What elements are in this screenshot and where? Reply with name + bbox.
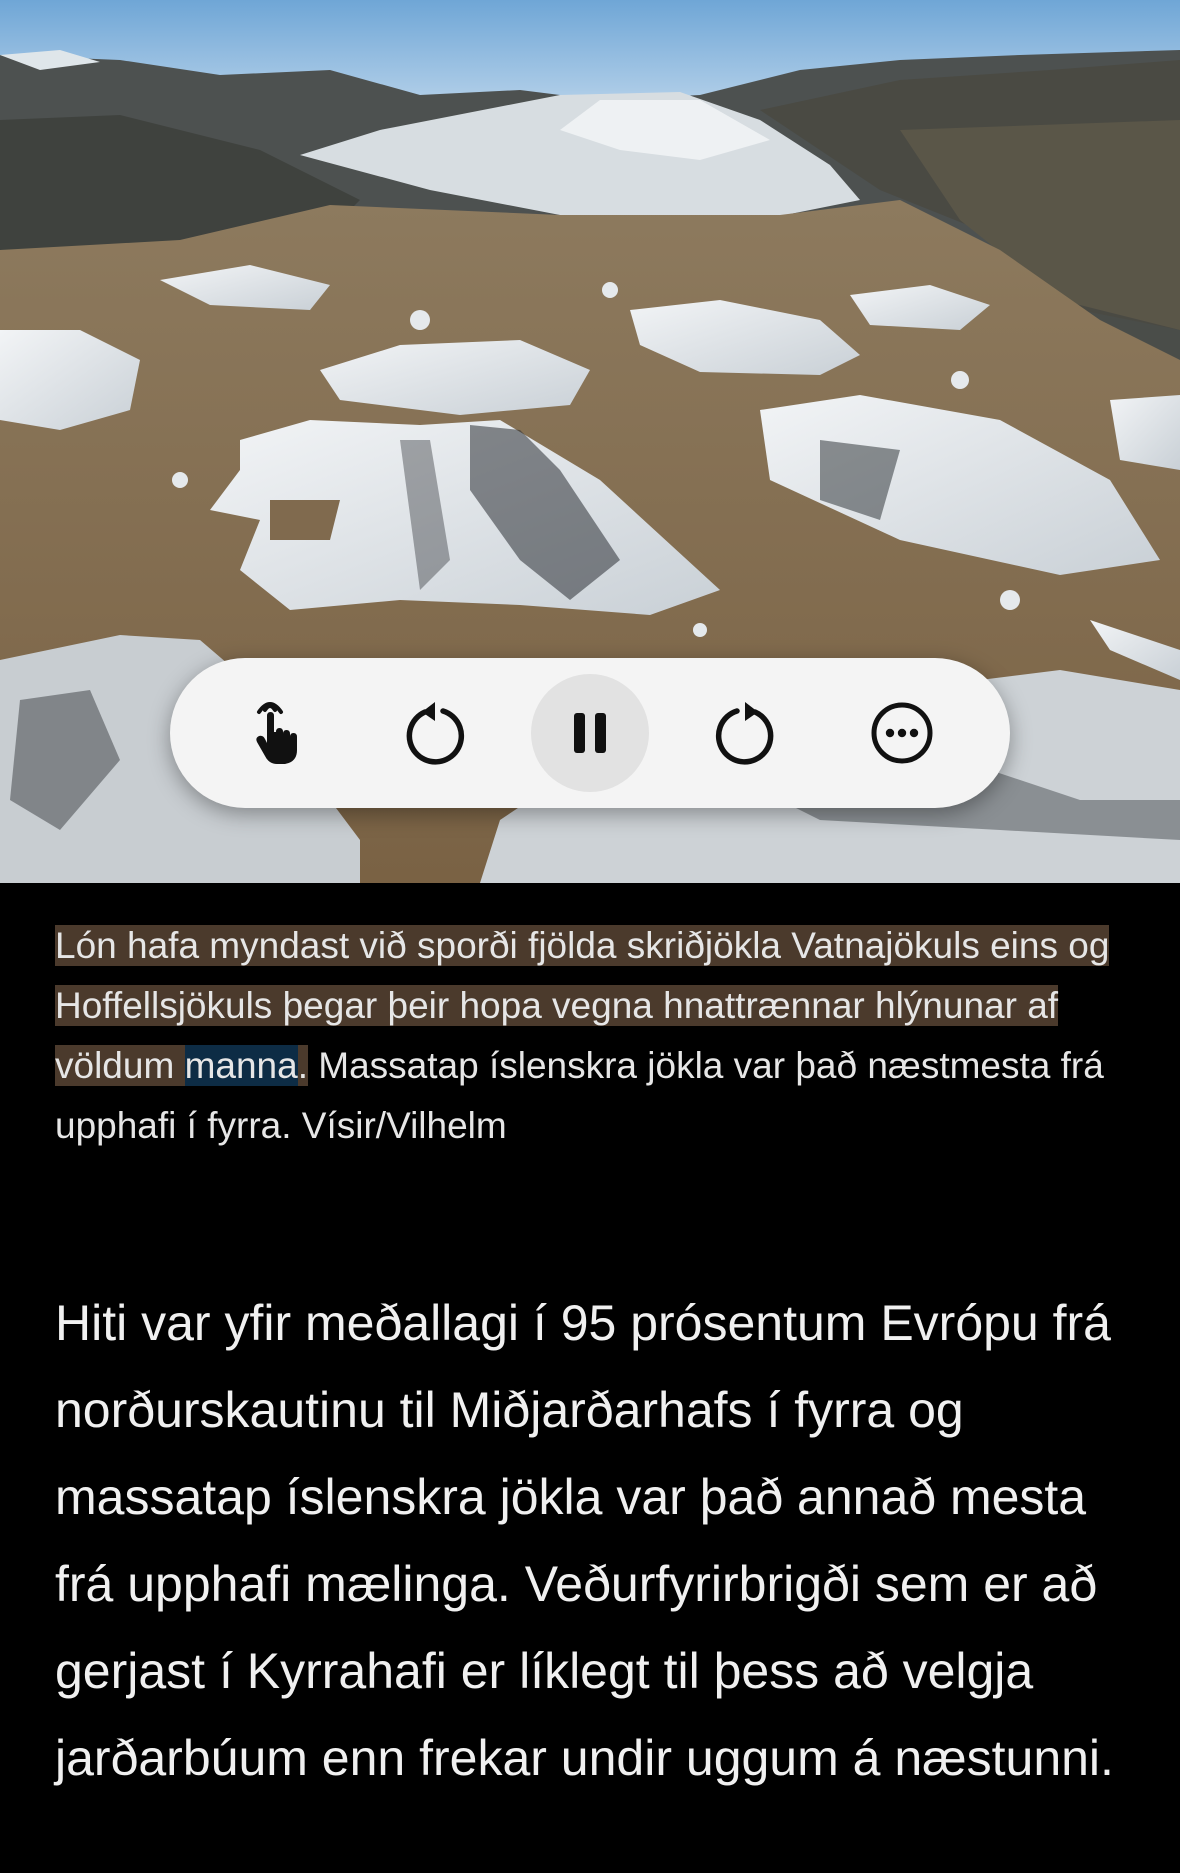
article-paragraph: Hiti var yfir meðallagi í 95 prósentum E… [55, 1295, 1114, 1786]
playback-controls [170, 658, 1010, 808]
more-options-icon [871, 702, 933, 764]
skip-back-button[interactable] [375, 674, 493, 792]
more-options-button[interactable] [843, 674, 961, 792]
skip-forward-icon [715, 702, 774, 765]
pause-button[interactable] [531, 674, 649, 792]
skip-back-icon [406, 702, 465, 765]
pause-icon [574, 713, 606, 753]
pointer-button[interactable] [219, 674, 337, 792]
skip-forward-button[interactable] [687, 674, 805, 792]
photo-caption: Lón hafa myndast við sporði fjölda skrið… [55, 916, 1135, 1156]
caption-current-word: manna [184, 1045, 298, 1086]
pointer-hand-icon [256, 702, 297, 764]
caption-highlighted-punctuation: . [297, 1045, 308, 1086]
